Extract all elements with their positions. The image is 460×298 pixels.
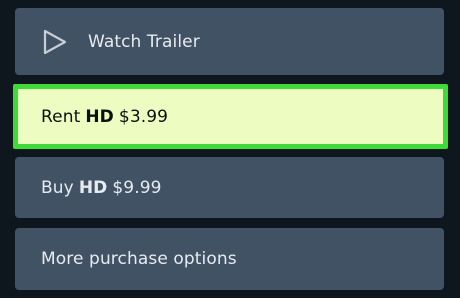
buy-label: Buy: [41, 177, 74, 198]
watch-trailer-button[interactable]: Watch Trailer: [15, 8, 444, 75]
rent-quality-label: HD: [85, 106, 114, 127]
buy-hd-button[interactable]: Buy HD $9.99: [15, 157, 444, 218]
more-purchase-options-button[interactable]: More purchase options: [15, 228, 444, 290]
rent-price: $3.99: [118, 106, 169, 127]
buy-price: $9.99: [112, 177, 162, 198]
rent-label: Rent: [41, 106, 81, 127]
watch-trailer-label: Watch Trailer: [88, 31, 200, 52]
play-icon: [42, 28, 68, 56]
rent-hd-button[interactable]: Rent HD $3.99: [13, 84, 448, 149]
buy-quality-label: HD: [78, 177, 108, 198]
more-purchase-options-label: More purchase options: [41, 249, 237, 269]
